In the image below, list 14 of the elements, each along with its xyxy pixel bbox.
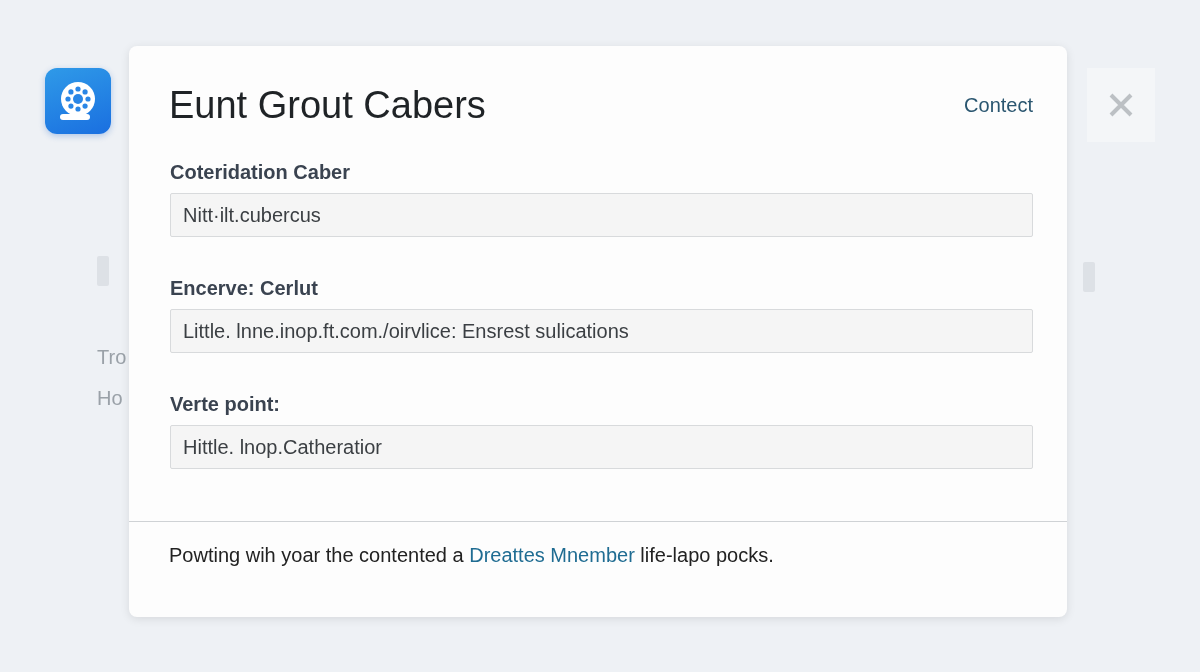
background-text: Tro (97, 346, 125, 369)
background-text: Ho (97, 387, 124, 410)
close-icon (1108, 92, 1134, 118)
footer-text: Powting wih yoar the contented a Dreattes Mnember life-lapo pocks. (169, 544, 775, 567)
input-field[interactable]: Nitt·ilt.cubercus (170, 193, 1033, 237)
input-field[interactable]: Little. lnne.inop.ft.com./oirvlice: Ensrest sulications (170, 309, 1033, 353)
header-link[interactable]: Contect (964, 94, 1033, 117)
app-icon[interactable] (45, 68, 111, 134)
dialog-title: Eunt Grout Cabers (169, 84, 486, 127)
field-label: Verte point: (170, 393, 281, 416)
input-field[interactable]: Hittle. lnop.Catheratior (170, 425, 1033, 469)
field-label: Encerve: Cerlut (170, 277, 319, 300)
footer-link[interactable]: Dreattes Mnember (469, 544, 635, 566)
field-label: Coteridation Caber (170, 161, 352, 184)
